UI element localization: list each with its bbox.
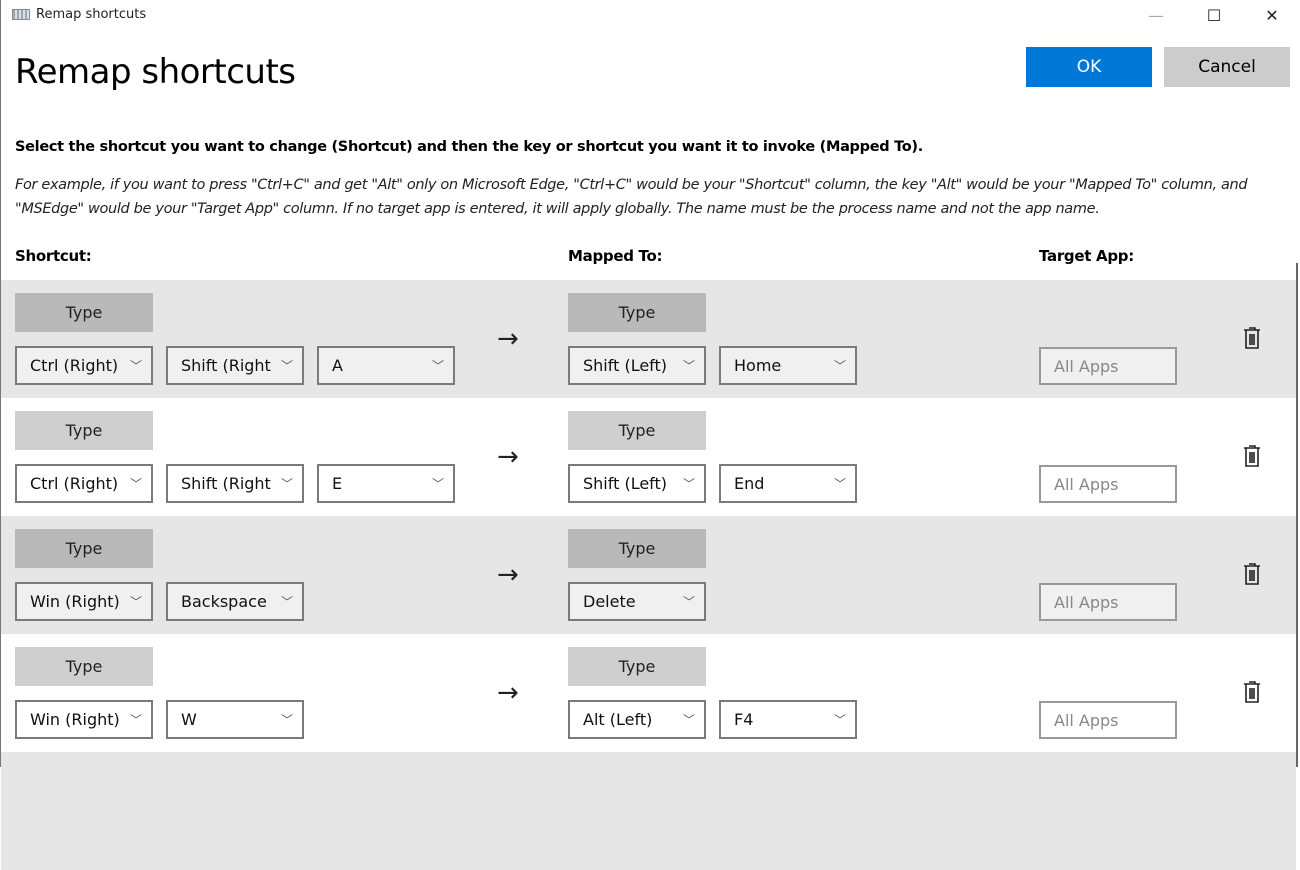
window-title: Remap shortcuts: [36, 7, 147, 22]
chevron-down-icon: ﹀: [129, 359, 142, 373]
shortcut-key-dropdown[interactable]: E ﹀: [317, 464, 455, 503]
chevron-down-icon: ﹀: [129, 477, 142, 491]
dropdown-value: A: [332, 356, 343, 375]
shortcut-key-dropdown[interactable]: A ﹀: [317, 346, 455, 385]
chevron-down-icon: ﹀: [280, 713, 293, 727]
dropdown-value: Backspace: [181, 592, 267, 611]
chevron-down-icon: ﹀: [431, 477, 444, 491]
mapped-key-dropdown[interactable]: Delete ﹀: [568, 582, 706, 621]
target-app-header: Target App:: [1039, 247, 1134, 265]
chevron-down-icon: ﹀: [129, 713, 142, 727]
mapped-key-dropdown[interactable]: Home ﹀: [719, 346, 857, 385]
target-app-placeholder: All Apps: [1054, 710, 1119, 730]
shortcut-type-button[interactable]: Type: [15, 411, 153, 450]
delete-icon[interactable]: [1242, 680, 1262, 704]
delete-icon[interactable]: [1242, 444, 1262, 468]
shortcut-key-dropdown[interactable]: Shift (Right) ﹀: [166, 346, 304, 385]
dropdown-value: Home: [734, 356, 782, 375]
target-app-input[interactable]: All Apps: [1039, 465, 1177, 503]
chevron-down-icon: ﹀: [280, 477, 293, 491]
title-bar: Remap shortcuts — ☐ ✕: [1, 0, 1300, 30]
mapped-type-button[interactable]: Type: [568, 293, 706, 332]
mapped-key-dropdown[interactable]: Shift (Left) ﹀: [568, 464, 706, 503]
remap-row: Type Ctrl (Right) ﹀ Shift (Right) ﹀ E ﹀ → Type Sh…: [1, 398, 1296, 516]
remap-row: Type Win (Right) ﹀ Backspace ﹀ → Type Delete ﹀ Al…: [1, 516, 1296, 634]
dropdown-value: End: [734, 474, 765, 493]
dropdown-value: Alt (Left): [583, 710, 653, 729]
shortcut-type-button[interactable]: Type: [15, 529, 153, 568]
chevron-down-icon: ﹀: [129, 595, 142, 609]
dropdown-value: Ctrl (Right): [30, 356, 119, 375]
shortcut-key-dropdown[interactable]: W ﹀: [166, 700, 304, 739]
target-app-placeholder: All Apps: [1054, 592, 1119, 612]
shortcut-type-button[interactable]: Type: [15, 647, 153, 686]
dropdown-value: E: [332, 474, 343, 493]
maximize-button[interactable]: ☐: [1185, 0, 1243, 30]
arrow-right-icon: →: [497, 560, 519, 590]
dropdown-value: Shift (Right): [181, 474, 272, 493]
scrollbar[interactable]: [1296, 263, 1298, 767]
shortcut-type-button[interactable]: Type: [15, 293, 153, 332]
shortcut-key-dropdown[interactable]: Shift (Right) ﹀: [166, 464, 304, 503]
chevron-down-icon: ﹀: [280, 595, 293, 609]
chevron-down-icon: ﹀: [682, 713, 695, 727]
chevron-down-icon: ﹀: [682, 595, 695, 609]
page-title: Remap shortcuts: [15, 52, 296, 92]
remap-row: Type Win (Right) ﹀ W ﹀ → Type Alt (Left) ﹀ F4 ﹀ All…: [1, 634, 1296, 752]
keyboard-icon: [12, 9, 30, 20]
mapped-key-dropdown[interactable]: Shift (Left) ﹀: [568, 346, 706, 385]
arrow-right-icon: →: [497, 324, 519, 354]
mapped-type-button[interactable]: Type: [568, 529, 706, 568]
shortcut-key-dropdown[interactable]: Ctrl (Right) ﹀: [15, 464, 153, 503]
dropdown-value: Delete: [583, 592, 636, 611]
dropdown-value: Win (Right): [30, 592, 120, 611]
shortcut-key-dropdown[interactable]: Ctrl (Right) ﹀: [15, 346, 153, 385]
chevron-down-icon: ﹀: [833, 477, 846, 491]
chevron-down-icon: ﹀: [682, 359, 695, 373]
dropdown-value: Shift (Right): [181, 356, 272, 375]
mapped-type-button[interactable]: Type: [568, 411, 706, 450]
remap-row: [1, 752, 1296, 870]
delete-icon[interactable]: [1242, 326, 1262, 350]
minimize-button[interactable]: —: [1127, 0, 1185, 30]
mapped-key-dropdown[interactable]: F4 ﹀: [719, 700, 857, 739]
chevron-down-icon: ﹀: [431, 359, 444, 373]
mapped-key-dropdown[interactable]: Alt (Left) ﹀: [568, 700, 706, 739]
arrow-right-icon: →: [497, 442, 519, 472]
target-app-input[interactable]: All Apps: [1039, 583, 1177, 621]
shortcut-key-dropdown[interactable]: Backspace ﹀: [166, 582, 304, 621]
dropdown-value: Shift (Left): [583, 356, 668, 375]
remap-row: Type Ctrl (Right) ﹀ Shift (Right) ﹀ A ﹀ → Type Sh…: [1, 280, 1296, 398]
shortcut-key-dropdown[interactable]: Win (Right) ﹀: [15, 582, 153, 621]
close-button[interactable]: ✕: [1243, 0, 1300, 30]
cancel-button[interactable]: Cancel: [1164, 47, 1290, 87]
dropdown-value: Shift (Left): [583, 474, 668, 493]
shortcut-key-dropdown[interactable]: Win (Right) ﹀: [15, 700, 153, 739]
target-app-input[interactable]: All Apps: [1039, 701, 1177, 739]
arrow-right-icon: →: [497, 678, 519, 708]
instruction-text: Select the shortcut you want to change (…: [15, 139, 923, 155]
dropdown-value: Win (Right): [30, 710, 120, 729]
mapped-key-dropdown[interactable]: End ﹀: [719, 464, 857, 503]
chevron-down-icon: ﹀: [280, 359, 293, 373]
ok-button[interactable]: OK: [1026, 47, 1152, 87]
chevron-down-icon: ﹀: [833, 713, 846, 727]
example-text: For example, if you want to press "Ctrl+…: [15, 177, 1248, 217]
delete-icon[interactable]: [1242, 562, 1262, 586]
target-app-placeholder: All Apps: [1054, 474, 1119, 494]
dropdown-value: W: [181, 710, 197, 729]
chevron-down-icon: ﹀: [833, 359, 846, 373]
mapped-to-header: Mapped To:: [568, 247, 663, 265]
dropdown-value: F4: [734, 710, 754, 729]
mapped-type-button[interactable]: Type: [568, 647, 706, 686]
dropdown-value: Ctrl (Right): [30, 474, 119, 493]
chevron-down-icon: ﹀: [682, 477, 695, 491]
target-app-placeholder: All Apps: [1054, 356, 1119, 376]
target-app-input[interactable]: All Apps: [1039, 347, 1177, 385]
shortcut-header: Shortcut:: [15, 247, 92, 265]
